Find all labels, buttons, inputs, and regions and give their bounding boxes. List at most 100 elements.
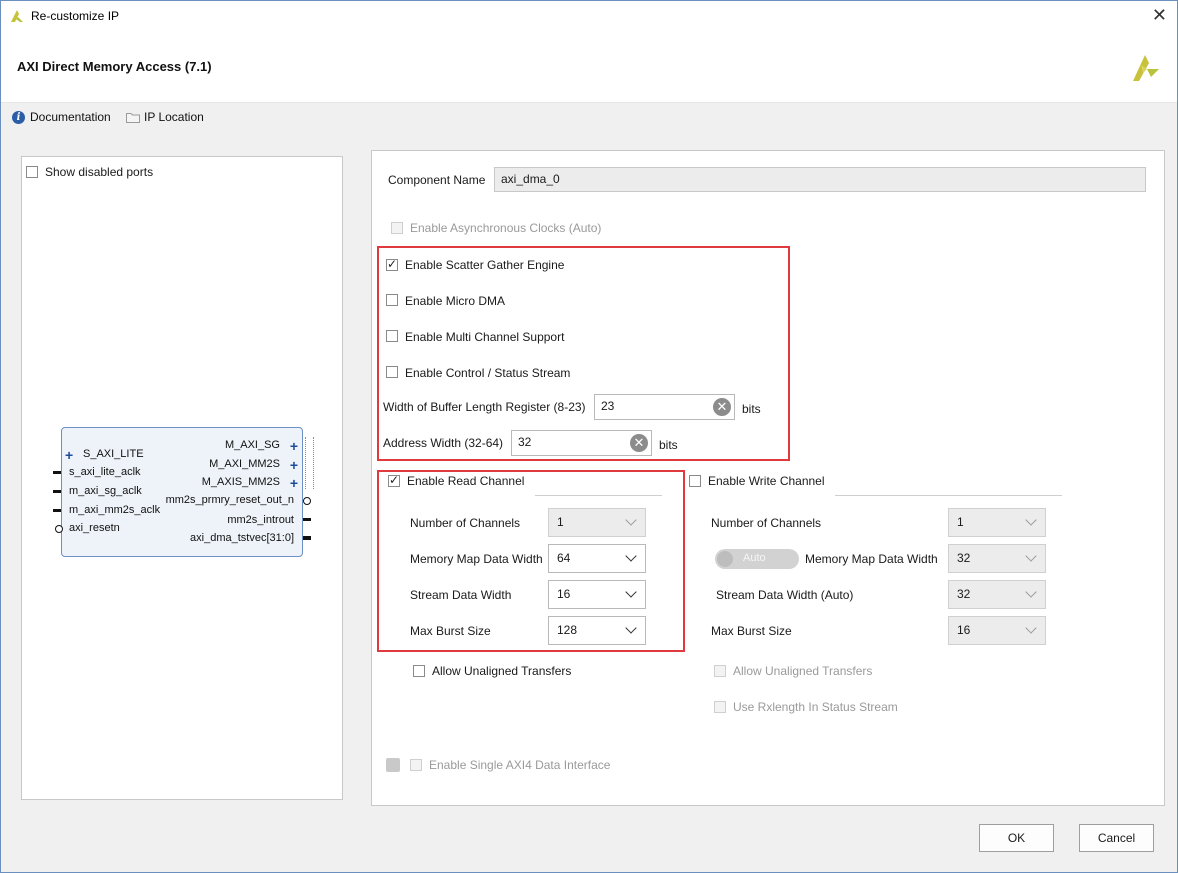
write-num-channels-value: 1	[957, 515, 964, 529]
multi-channel-label: Enable Multi Channel Support	[405, 330, 565, 344]
pin-axi-resetn: axi_resetn	[69, 522, 120, 534]
address-width-input[interactable]: 32 ✕	[511, 430, 652, 456]
clear-icon[interactable]: ✕	[630, 434, 648, 452]
read-mm-data-width-select[interactable]: 64	[548, 544, 646, 573]
read-mm-data-width-value: 64	[557, 551, 571, 565]
write-channel-checkbox[interactable]	[689, 475, 701, 487]
folder-icon	[126, 113, 140, 123]
pin-m-axi-sg: M_AXI_SG	[224, 439, 280, 451]
expand-plus-icon[interactable]: +	[290, 458, 298, 472]
write-max-burst-select: 16	[948, 616, 1046, 645]
ip-location-label: IP Location	[144, 110, 204, 124]
read-max-burst-select[interactable]: 128	[548, 616, 646, 645]
pin-mm2s-introut: mm2s_introut	[227, 514, 294, 526]
multi-channel-checkbox[interactable]	[386, 330, 398, 342]
pin-m-axi-mm2s-aclk: m_axi_mm2s_aclk	[69, 504, 161, 516]
write-stream-data-width-value: 32	[957, 587, 971, 601]
write-allow-unaligned-checkbox	[714, 665, 726, 677]
dialog-header: AXI Direct Memory Access (7.1)	[1, 32, 1177, 103]
chevron-down-icon	[1025, 514, 1037, 526]
pin-stub	[303, 518, 311, 521]
ok-button[interactable]: OK	[979, 824, 1054, 852]
write-num-channels-select: 1	[948, 508, 1046, 537]
write-mm-data-width-label: Memory Map Data Width	[805, 552, 938, 566]
info-icon: i	[12, 111, 25, 124]
read-channel-title: Enable Read Channel	[407, 474, 525, 488]
read-allow-unaligned-label: Allow Unaligned Transfers	[432, 664, 572, 678]
buffer-length-label: Width of Buffer Length Register (8-23)	[383, 400, 586, 414]
title-bar: Re-customize IP ✕	[1, 1, 1177, 32]
micro-dma-checkbox[interactable]	[386, 294, 398, 306]
cancel-button[interactable]: Cancel	[1079, 824, 1154, 852]
micro-dma-label: Enable Micro DMA	[405, 294, 506, 308]
write-allow-unaligned-label: Allow Unaligned Transfers	[733, 664, 873, 678]
buffer-length-input[interactable]: 23 ✕	[594, 394, 735, 420]
read-allow-unaligned-checkbox[interactable]	[413, 665, 425, 677]
single-axi4-checkbox	[410, 759, 422, 771]
write-mm-data-width-select: 32	[948, 544, 1046, 573]
write-stream-data-width-label: Stream Data Width (Auto)	[716, 588, 854, 602]
component-name-field[interactable]: axi_dma_0	[494, 167, 1146, 192]
read-channel-checkbox[interactable]	[388, 473, 400, 487]
write-max-burst-value: 16	[957, 623, 971, 637]
expand-plus-icon[interactable]: +	[290, 476, 298, 490]
read-mm-data-width-label: Memory Map Data Width	[410, 552, 543, 566]
auto-indicator	[386, 758, 400, 772]
address-width-unit: bits	[659, 438, 678, 452]
window-title: Re-customize IP	[31, 9, 120, 23]
xilinx-logo-icon	[1133, 55, 1159, 81]
expand-plus-icon[interactable]: +	[65, 448, 73, 462]
highlight-box-general	[377, 246, 790, 461]
expand-plus-icon[interactable]: +	[290, 439, 298, 453]
buffer-length-unit: bits	[742, 402, 761, 416]
chevron-down-icon	[1025, 550, 1037, 562]
component-name-label: Component Name	[388, 173, 486, 187]
address-width-value: 32	[518, 435, 532, 449]
write-stream-data-width-select: 32	[948, 580, 1046, 609]
pin-s-axi-lite: S_AXI_LITE	[83, 448, 144, 460]
auto-toggle: Auto	[715, 549, 799, 569]
group-divider	[535, 495, 662, 496]
chevron-down-icon	[1025, 586, 1037, 598]
pin-m-axis-mm2s: M_AXIS_MM2S	[201, 476, 280, 488]
pin-mm2s-prmry-reset-out-n: mm2s_prmry_reset_out_n	[165, 494, 294, 506]
pin-s-axi-lite-aclk: s_axi_lite_aclk	[69, 466, 141, 478]
write-num-channels-label: Number of Channels	[711, 516, 822, 530]
use-rxlength-label: Use Rxlength In Status Stream	[733, 700, 898, 714]
async-clocks-checkbox	[391, 222, 403, 234]
pin-stub-bus	[303, 536, 311, 540]
scatter-gather-label: Enable Scatter Gather Engine	[405, 258, 565, 272]
chevron-down-icon	[625, 550, 637, 562]
auto-toggle-label: Auto	[743, 552, 766, 564]
read-stream-data-width-label: Stream Data Width	[410, 588, 512, 602]
control-status-label: Enable Control / Status Stream	[405, 366, 571, 380]
read-num-channels-value: 1	[557, 515, 564, 529]
ip-block-symbol: + S_AXI_LITE s_axi_lite_aclk m_axi_sg_ac…	[61, 427, 303, 557]
async-clocks-label: Enable Asynchronous Clocks (Auto)	[410, 221, 602, 235]
read-num-channels-label: Number of Channels	[410, 516, 521, 530]
address-width-label: Address Width (32-64)	[383, 436, 504, 450]
clear-icon[interactable]: ✕	[713, 398, 731, 416]
close-icon[interactable]: ✕	[1152, 5, 1167, 26]
xilinx-logo-icon	[11, 10, 23, 22]
write-max-burst-label: Max Burst Size	[711, 624, 792, 638]
read-stream-data-width-value: 16	[557, 587, 571, 601]
documentation-label: Documentation	[30, 110, 111, 124]
read-stream-data-width-select[interactable]: 16	[548, 580, 646, 609]
single-axi4-label: Enable Single AXI4 Data Interface	[429, 758, 611, 772]
control-status-checkbox[interactable]	[386, 366, 398, 378]
write-channel-title: Enable Write Channel	[708, 474, 825, 488]
read-max-burst-label: Max Burst Size	[410, 624, 491, 638]
group-divider	[835, 495, 1062, 496]
buffer-length-value: 23	[601, 399, 615, 413]
chevron-down-icon	[625, 514, 637, 526]
dialog-window: Re-customize IP ✕ AXI Direct Memory Acce…	[0, 0, 1178, 873]
pin-stub	[53, 509, 61, 512]
scatter-gather-checkbox[interactable]	[386, 257, 398, 271]
pin-stub	[53, 471, 61, 474]
show-disabled-ports-label: Show disabled ports	[45, 165, 154, 179]
pin-m-axi-mm2s: M_AXI_MM2S	[209, 458, 280, 470]
pin-axi-dma-tstvec: axi_dma_tstvec[31:0]	[190, 532, 294, 544]
show-disabled-ports-checkbox[interactable]	[26, 166, 38, 178]
write-mm-data-width-value: 32	[957, 551, 971, 565]
